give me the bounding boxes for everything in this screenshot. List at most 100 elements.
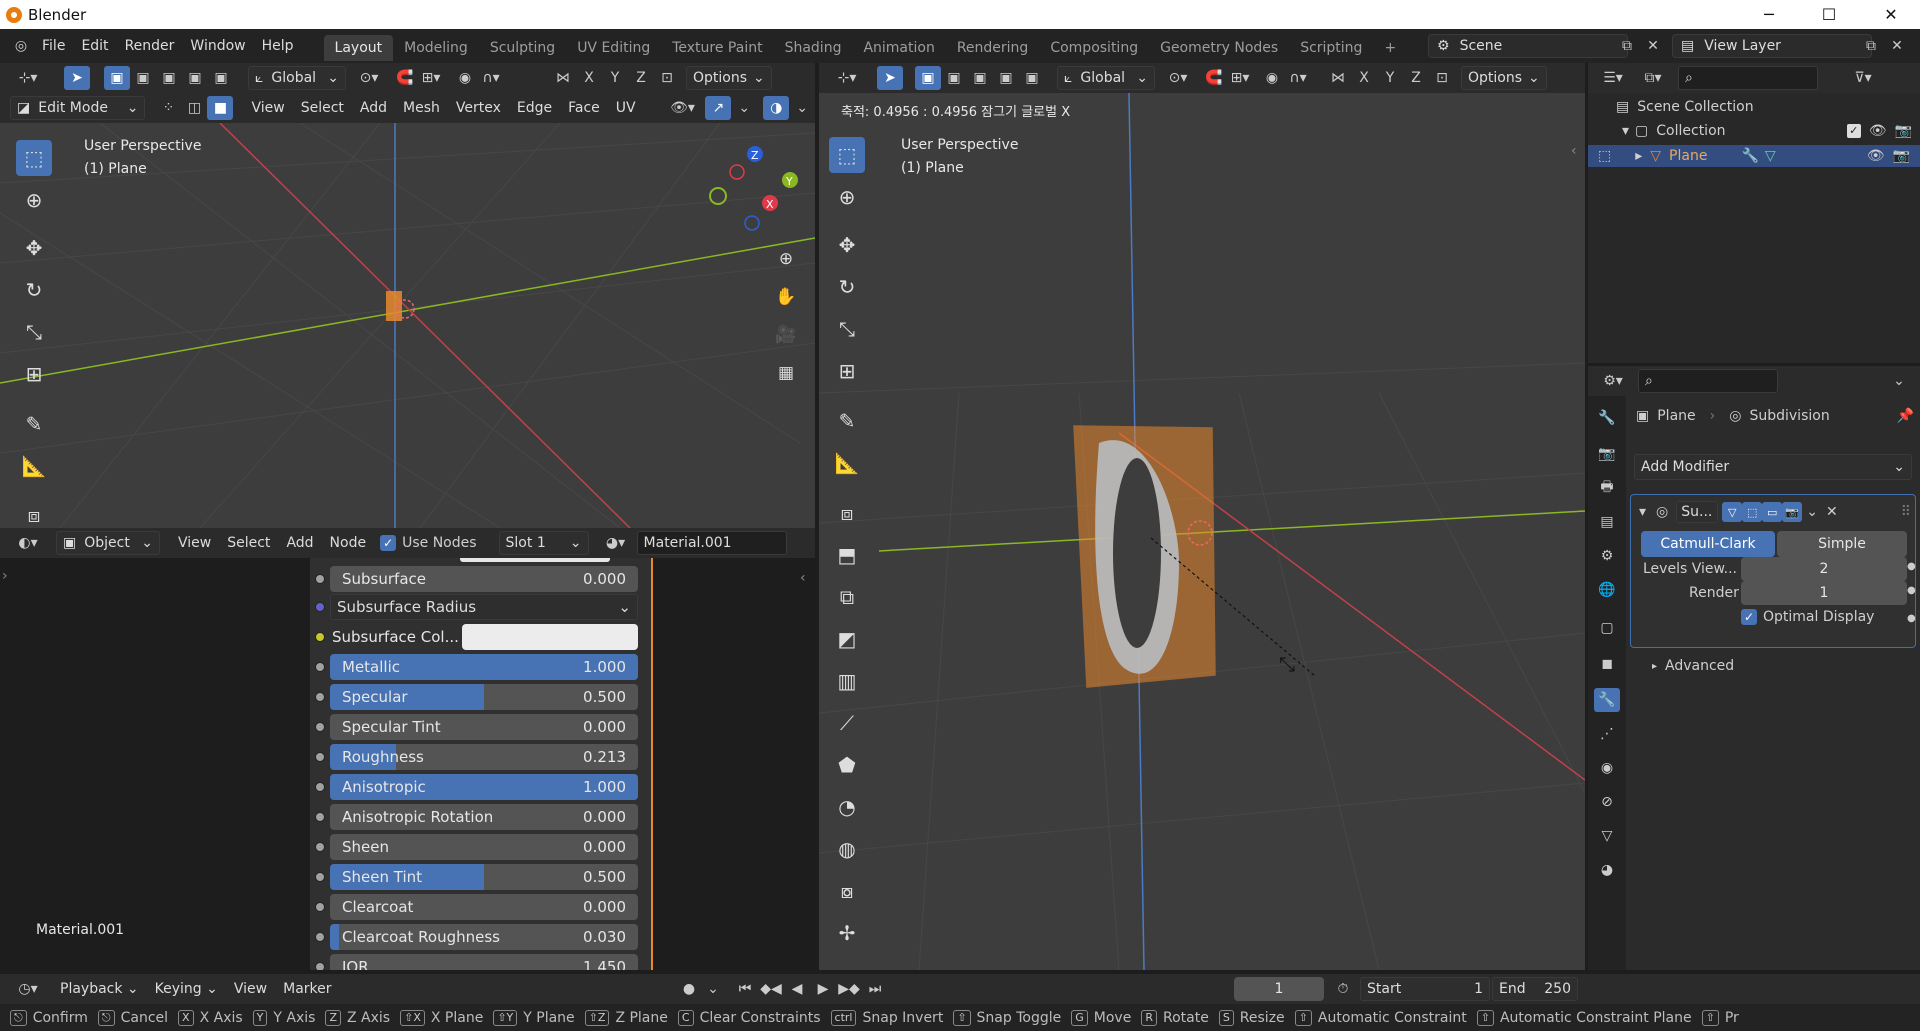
tab-layout[interactable]: Layout [323,35,394,61]
prev-keyframe-icon[interactable]: ◆◀ [758,977,784,1001]
properties-type-icon[interactable]: ⚙▾ [1596,369,1630,393]
menu-help[interactable]: Help [254,34,302,58]
play-reverse-icon[interactable]: ◀ [784,977,810,1001]
jump-start-icon[interactable]: ⏮ [732,977,758,1001]
value-slider[interactable]: Specular Tint 0.000 [330,714,638,740]
world-tab-icon[interactable]: 🌐 [1594,578,1620,602]
node-input-row[interactable]: Clearcoat Roughness 0.030 [315,924,638,950]
value-slider[interactable]: IOR 1.450 [330,954,638,970]
node-input-row[interactable]: Sheen Tint 0.500 [315,864,638,890]
value-slider[interactable]: Clearcoat 0.000 [330,894,638,920]
node-input-row[interactable]: Subsurface 0.000 [315,566,638,592]
chevron-down-icon[interactable]: ⌄ [1806,504,1818,520]
ortho-grid-icon[interactable]: ▦ [770,357,802,389]
node-input-row[interactable]: Specular Tint 0.000 [315,714,638,740]
menu-render[interactable]: Render [117,34,183,58]
falloff-icon[interactable]: ∩▾ [478,66,504,90]
collapse-left-icon[interactable]: › [0,558,14,970]
drag-handle-icon[interactable]: ⠿ [1901,504,1911,520]
display-mode-icon[interactable]: ⧉▾ [1636,66,1670,90]
move-tool-icon[interactable]: ✥ [16,230,52,266]
material-name-field[interactable]: Material.001 [636,531,787,555]
timeline-menu-view[interactable]: View [226,977,275,1001]
checkbox-checked-icon[interactable]: ✓ [1846,124,1861,138]
stopwatch-icon[interactable]: ⏱ [1330,977,1356,1001]
mirror-y-icon[interactable]: Y [602,66,628,90]
mirror-x-icon[interactable]: X [1351,66,1377,90]
camera-icon[interactable]: 📷 [1895,123,1912,139]
loop-cut-tool-icon[interactable]: ▥ [829,663,865,699]
select-tool-icon[interactable]: ⬚ [16,140,52,176]
outliner-row-selected[interactable]: ⬚ ▸ ▽ Plane 🔧 ▽ 👁 📷 [1588,145,1920,167]
node-menu-add[interactable]: Add [278,531,321,555]
value-slider[interactable]: Clearcoat Roughness 0.030 [330,924,638,950]
sidebar-toggle-icon[interactable]: ‹ [1571,143,1577,159]
simple-button[interactable]: Simple [1777,531,1907,557]
annotate-tool-icon[interactable]: ✎ [16,406,52,442]
bevel-tool-icon[interactable]: ◩ [829,621,865,657]
rotate-tool-icon[interactable]: ↻ [829,269,865,305]
shrink-tool-icon[interactable]: ✢ [829,915,865,951]
menu-mesh[interactable]: Mesh [395,96,448,120]
falloff-icon[interactable]: ∩▾ [1285,66,1311,90]
vertex-select-icon[interactable]: ⁘ [155,96,181,120]
scene-selector[interactable]: ⚙ Scene [1428,34,1628,58]
select-invert-icon[interactable]: ▣ [993,66,1019,90]
value-slider[interactable]: Anisotropic 1.000 [330,774,638,800]
proportional-edit-icon[interactable]: ◉ [452,66,478,90]
eye-icon[interactable]: 👁 [1869,123,1887,139]
record-icon[interactable]: ● [676,977,702,1001]
node-input-row[interactable]: Anisotropic Rotation 0.000 [315,804,638,830]
visibility-icon[interactable]: 👁▾ [666,96,700,120]
outliner-type-icon[interactable]: ☰▾ [1596,66,1630,90]
overlay-icon[interactable]: ◑ [763,96,790,120]
close-icon[interactable]: ✕ [1826,504,1838,520]
spin-tool-icon[interactable]: ◔ [829,789,865,825]
keyframe-dot-icon[interactable]: ● [1907,585,1916,596]
tab-modeling[interactable]: Modeling [393,35,479,61]
object-mode-dropdown[interactable]: ▣ Object ⌄ [56,531,160,555]
mirror-z-icon[interactable]: Z [1403,66,1429,90]
timeline-menu-marker[interactable]: Marker [275,977,339,1001]
annotate-tool-icon[interactable]: ✎ [829,403,865,439]
outliner-row[interactable]: ▤ Scene Collection [1616,99,1754,115]
keying-set-icon[interactable]: ⌄ [700,977,726,1001]
jump-end-icon[interactable]: ⏭ [862,977,888,1001]
smooth-tool-icon[interactable]: ◍ [829,831,865,867]
select-intersect-icon[interactable]: ▣ [1019,66,1045,90]
collection-tab-icon[interactable]: ▢ [1594,616,1620,640]
gizmo-menu-icon[interactable]: ⌄ [731,96,757,120]
node-editor-type-icon[interactable]: ◐▾ [10,531,46,555]
select-extend-icon[interactable]: ▣ [130,66,156,90]
poly-build-tool-icon[interactable]: ⬟ [829,747,865,783]
edit-mode-toggle-icon[interactable]: ▽ [1722,502,1743,522]
menu-vertex[interactable]: Vertex [448,96,509,120]
add-modifier-dropdown[interactable]: Add Modifier ⌄ [1634,454,1912,480]
node-input-row[interactable]: Sheen 0.000 [315,834,638,860]
node-menu-view[interactable]: View [170,531,219,555]
snap-icon[interactable]: 🧲 [392,66,418,90]
constraints-tab-icon[interactable]: ⊘ [1594,790,1620,814]
subsurface-radius-dropdown[interactable]: Subsurface Radius ⌄ [330,594,638,620]
material-tab-icon[interactable]: ◕ [1594,858,1620,882]
tool-tab-icon[interactable]: 🔧 [1594,406,1620,430]
tab-uv-editing[interactable]: UV Editing [566,35,661,61]
value-slider[interactable]: Specular 0.500 [330,684,638,710]
view-layer-selector[interactable]: ▤ View Layer [1672,34,1872,58]
advanced-subpanel[interactable]: ▸ Advanced [1652,658,1734,674]
node-input-row[interactable]: Roughness 0.213 [315,744,638,770]
object-tab-icon[interactable]: ◼ [1594,652,1620,676]
cage-toggle-icon[interactable]: ⬚ [1742,502,1763,522]
select-subtract-icon[interactable]: ▣ [156,66,182,90]
knife-tool-icon[interactable]: ⟋ [829,705,865,741]
levels-viewport-field[interactable]: 2 [1741,557,1907,581]
add-cube-tool-icon[interactable]: ⧈ [16,497,52,528]
play-icon[interactable]: ▶ [810,977,836,1001]
end-frame-field[interactable]: End 250 [1492,977,1578,1001]
menu-view[interactable]: View [243,96,292,120]
use-nodes-toggle[interactable]: ✓ Use Nodes [380,535,477,551]
select-new-icon[interactable]: ▣ [915,66,941,90]
mesh-data-icon[interactable]: ▽ [1765,148,1776,164]
tab-animation[interactable]: Animation [852,35,945,61]
select-subtract-icon[interactable]: ▣ [967,66,993,90]
